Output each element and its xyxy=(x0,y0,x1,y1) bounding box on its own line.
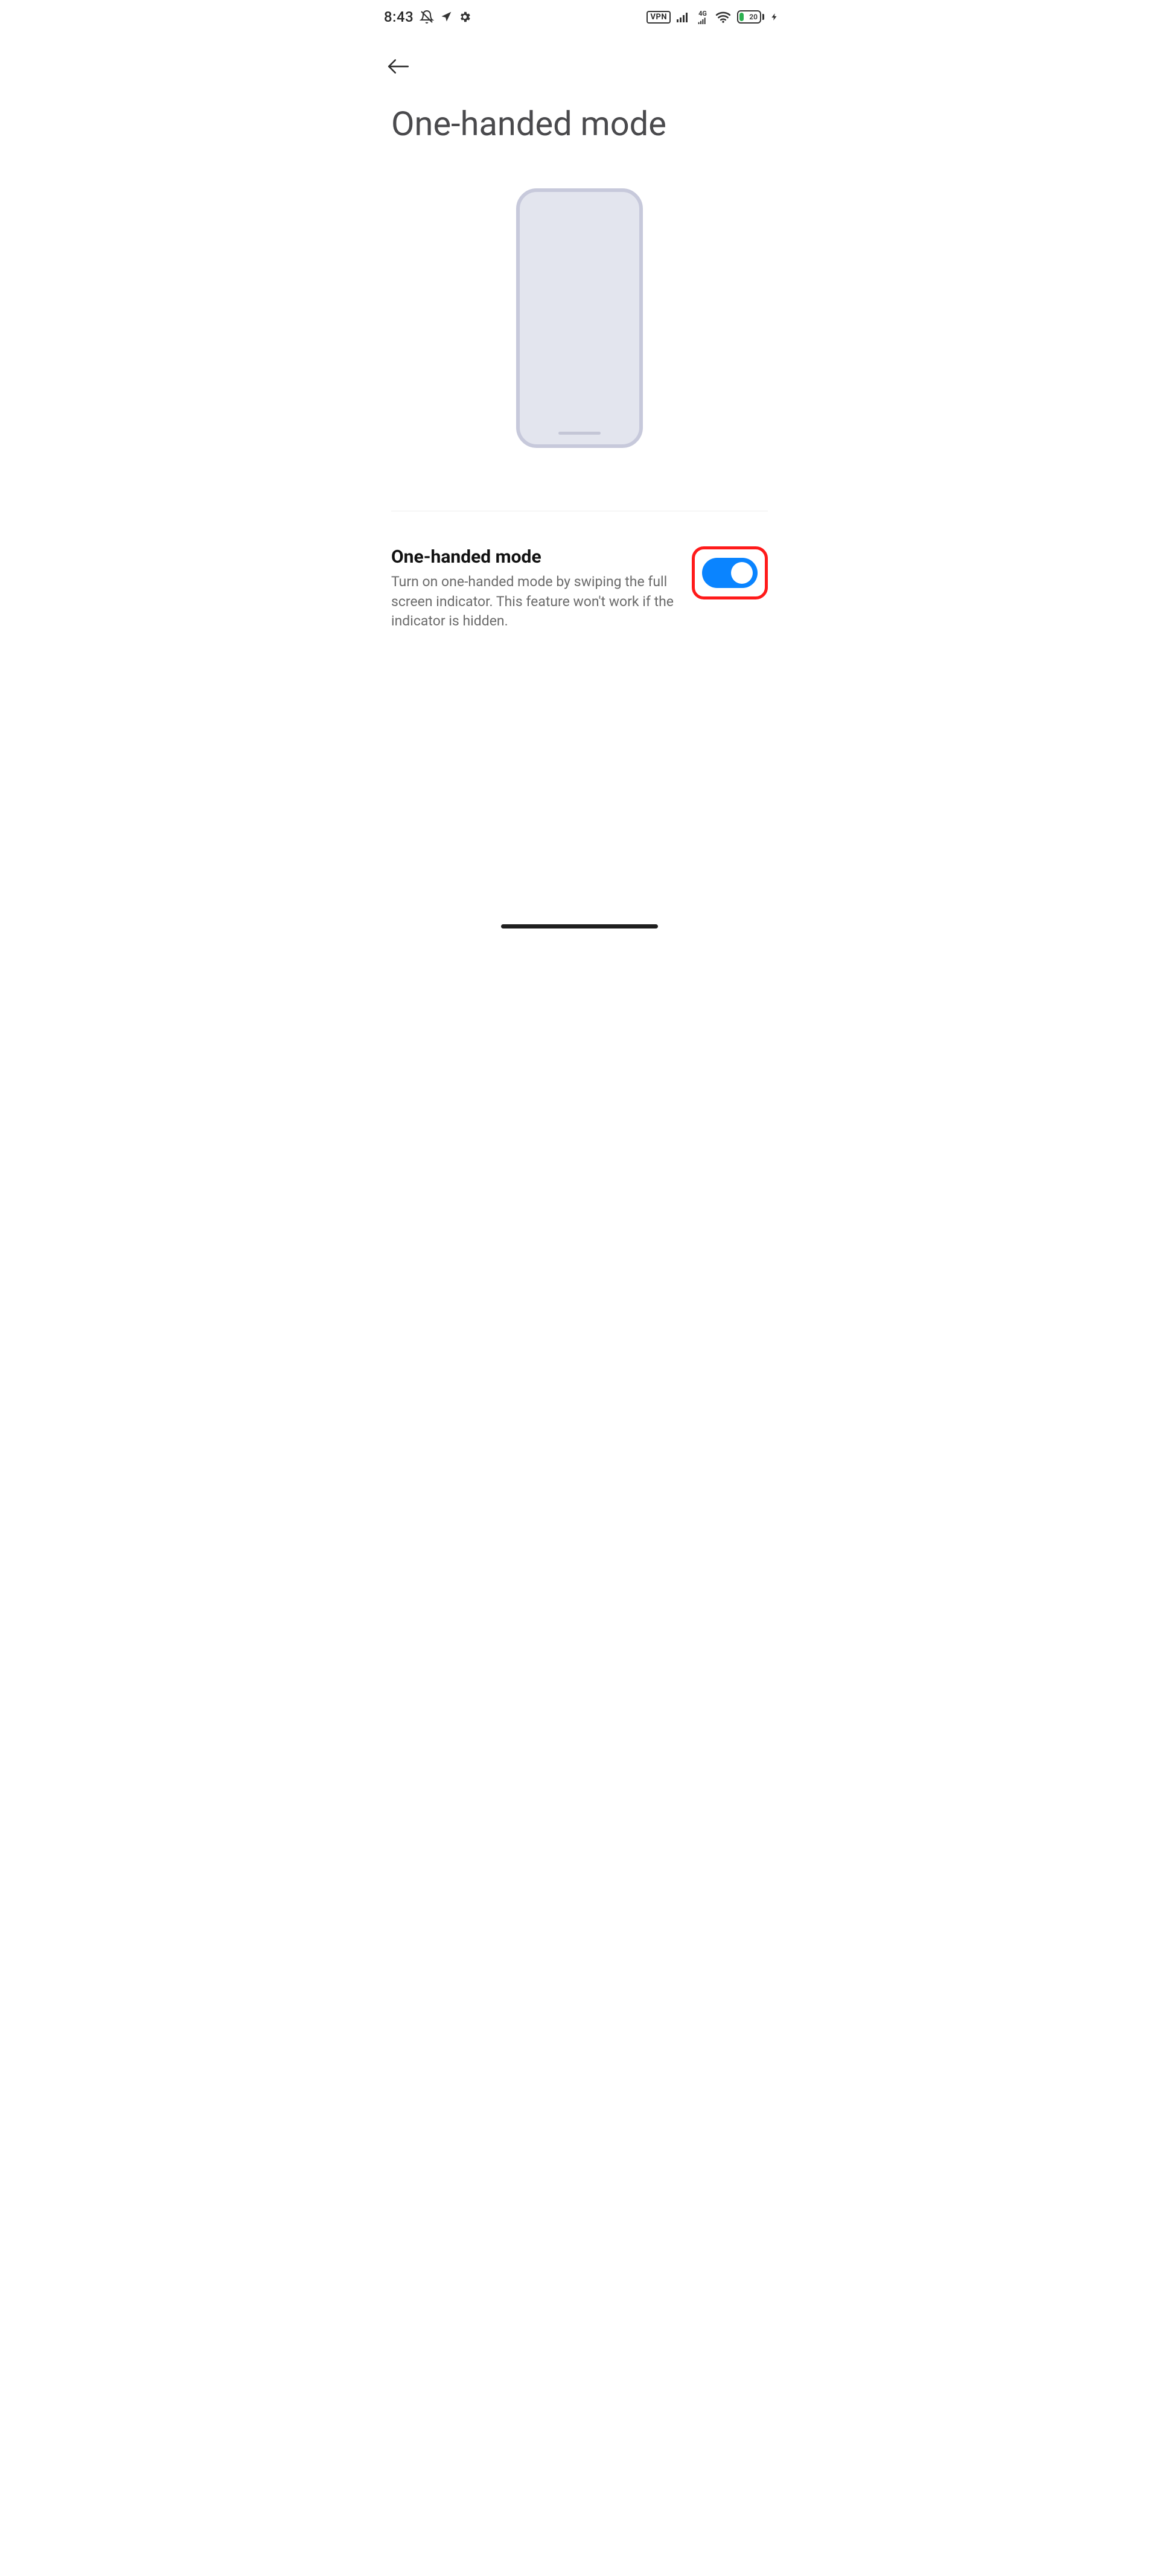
phone-illustration-icon xyxy=(516,188,643,448)
mobile-data-4g-icon: 4G xyxy=(696,10,709,24)
toggle-knob xyxy=(731,562,753,584)
battery-percent: 20 xyxy=(749,13,758,21)
app-bar xyxy=(362,34,797,87)
network-label: 4G xyxy=(698,10,707,17)
status-right-cluster: VPN 4G xyxy=(647,10,779,24)
battery-indicator: 20 xyxy=(737,10,764,24)
wifi-icon xyxy=(715,11,731,23)
page-title: One-handed mode xyxy=(362,87,797,149)
gesture-navigation-indicator[interactable] xyxy=(501,924,658,928)
setting-text-block: One-handed mode Turn on one-handed mode … xyxy=(391,546,677,631)
dnd-bell-off-icon xyxy=(420,10,434,24)
vpn-badge: VPN xyxy=(647,11,671,24)
setting-description: Turn on one-handed mode by swiping the f… xyxy=(391,572,675,631)
signal-bars-icon xyxy=(677,11,690,22)
screen-root: 8:43 VPN xyxy=(362,0,797,942)
status-bar: 8:43 VPN xyxy=(362,0,797,34)
status-left-cluster: 8:43 xyxy=(384,8,471,25)
location-arrow-icon xyxy=(440,11,452,23)
annotation-highlight xyxy=(692,546,768,599)
setting-title: One-handed mode xyxy=(391,546,677,567)
one-handed-mode-toggle[interactable] xyxy=(702,558,758,588)
back-button[interactable] xyxy=(384,52,413,81)
battery-fill xyxy=(739,13,744,21)
charging-bolt-icon xyxy=(770,11,779,23)
gear-icon xyxy=(458,10,471,24)
illustration-area xyxy=(362,149,797,502)
one-handed-mode-setting: One-handed mode Turn on one-handed mode … xyxy=(362,520,797,631)
status-clock: 8:43 xyxy=(384,8,413,25)
